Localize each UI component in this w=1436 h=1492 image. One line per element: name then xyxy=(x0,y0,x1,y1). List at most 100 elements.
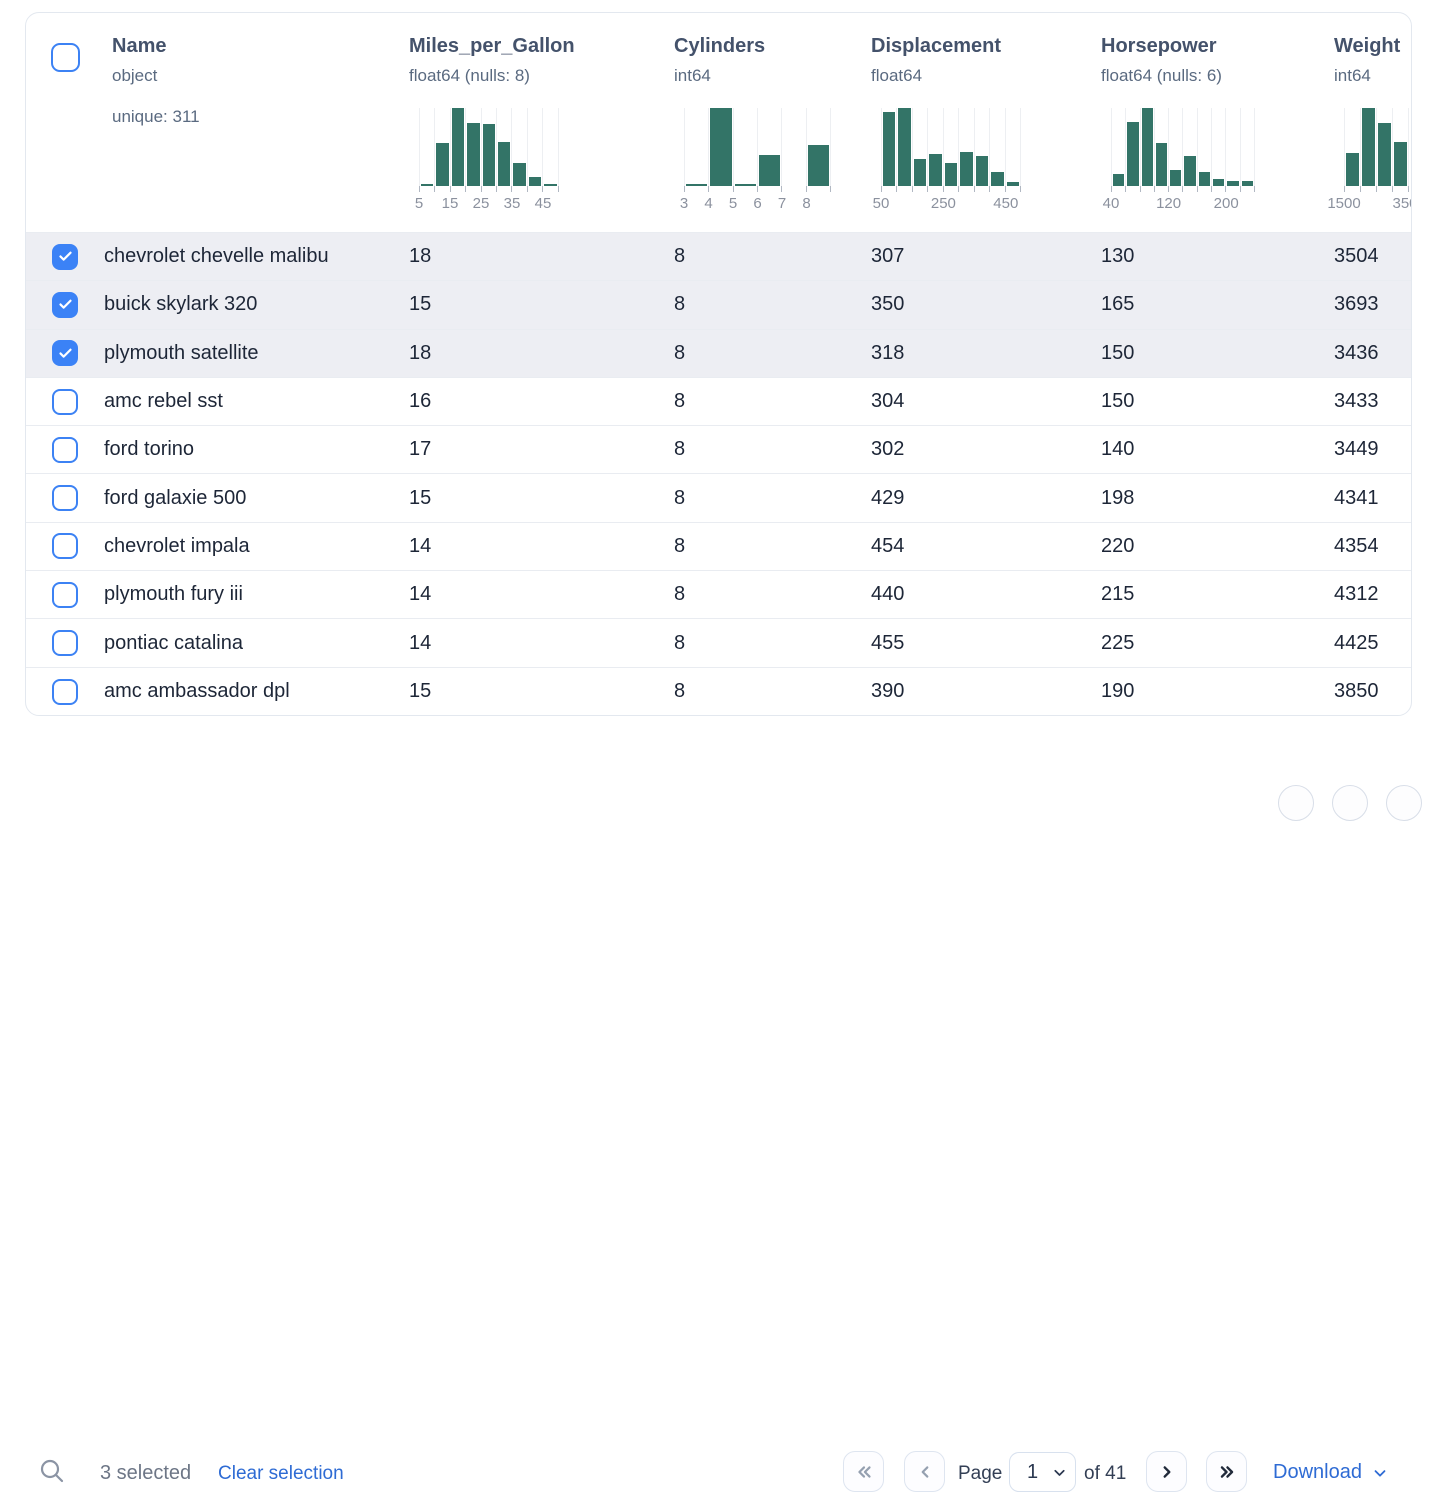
column-header[interactable]: Cylinders int64 345678 xyxy=(674,13,871,232)
histogram-bar xyxy=(1213,179,1224,186)
cell-displacement: 350 xyxy=(871,293,1101,316)
row-checkbox-cell[interactable] xyxy=(26,330,104,377)
column-header[interactable]: Weight int64 15003500 xyxy=(1334,13,1411,232)
column-histogram[interactable]: 345678 xyxy=(684,108,831,213)
row-checkbox-cell[interactable] xyxy=(26,571,104,618)
chevron-right-icon xyxy=(1156,1461,1178,1483)
histogram-bar xyxy=(452,108,464,186)
column-header[interactable]: Name object unique: 311 xyxy=(104,13,409,232)
search-icon[interactable] xyxy=(38,1457,66,1485)
cell-weight: 4312 xyxy=(1334,583,1411,606)
page-select[interactable]: 1 xyxy=(1009,1452,1076,1492)
first-page-button[interactable] xyxy=(843,1451,884,1492)
next-page-button[interactable] xyxy=(1146,1451,1187,1492)
histogram-bar xyxy=(1127,122,1138,186)
table-row[interactable]: amc rebel sst 16 8 304 150 3433 xyxy=(26,378,1411,426)
histogram-tick-label: 1500 xyxy=(1327,195,1360,212)
histogram-axis-labels: 515253545 xyxy=(419,195,559,213)
cell-displacement: 455 xyxy=(871,632,1101,655)
table-row[interactable]: ford torino 17 8 302 140 3449 xyxy=(26,426,1411,474)
table-body: chevrolet chevelle malibu 18 8 307 130 3… xyxy=(26,233,1411,716)
column-stat: unique: 311 xyxy=(112,107,409,127)
cell-weight: 3449 xyxy=(1334,438,1411,461)
cell-horsepower: 130 xyxy=(1101,245,1334,268)
row-checkbox-cell[interactable] xyxy=(26,523,104,570)
histogram-tick-label: 45 xyxy=(535,195,552,212)
column-histogram[interactable]: 40120200 xyxy=(1111,108,1255,213)
histogram-bars[interactable] xyxy=(684,108,831,186)
cell-cylinders: 8 xyxy=(674,390,871,413)
row-checkbox[interactable] xyxy=(52,630,78,656)
download-link[interactable]: Download xyxy=(1273,1461,1389,1484)
last-page-button[interactable] xyxy=(1206,1451,1247,1492)
column-dtype: float64 (nulls: 8) xyxy=(409,65,674,86)
cell-miles-per-gallon: 18 xyxy=(409,342,674,365)
select-all-checkbox[interactable] xyxy=(51,43,80,72)
histogram-tick-label: 120 xyxy=(1156,195,1181,212)
row-checkbox[interactable] xyxy=(52,292,78,318)
row-checkbox-cell[interactable] xyxy=(26,281,104,328)
row-checkbox-cell[interactable] xyxy=(26,668,104,716)
row-checkbox[interactable] xyxy=(52,389,78,415)
table-footer: 3 selected Clear selection Page 1 of 41 … xyxy=(0,716,1436,792)
select-all-cell xyxy=(26,13,104,232)
table-row[interactable]: pontiac catalina 14 8 455 225 4425 xyxy=(26,619,1411,667)
table-row[interactable]: chevrolet chevelle malibu 18 8 307 130 3… xyxy=(26,233,1411,281)
column-dtype: float64 (nulls: 6) xyxy=(1101,65,1334,86)
histogram-bar xyxy=(1184,156,1195,186)
hidden-action-button-3[interactable] xyxy=(1386,785,1422,821)
histogram-axis-ticks xyxy=(1111,186,1255,192)
download-label: Download xyxy=(1273,1461,1362,1484)
column-histogram[interactable]: 15003500 xyxy=(1344,108,1409,213)
cell-horsepower: 198 xyxy=(1101,487,1334,510)
hidden-action-button-1[interactable] xyxy=(1278,785,1314,821)
histogram-bar xyxy=(960,152,972,186)
row-checkbox[interactable] xyxy=(52,244,78,270)
column-header[interactable]: Miles_per_Gallon float64 (nulls: 8) 5152… xyxy=(409,13,674,232)
cell-miles-per-gallon: 15 xyxy=(409,487,674,510)
cell-displacement: 390 xyxy=(871,680,1101,703)
checkmark-icon xyxy=(58,249,73,264)
cell-name: plymouth fury iii xyxy=(104,583,409,606)
row-checkbox[interactable] xyxy=(52,485,78,511)
histogram-axis-labels: 345678 xyxy=(684,195,831,213)
row-checkbox-cell[interactable] xyxy=(26,619,104,666)
row-checkbox-cell[interactable] xyxy=(26,474,104,521)
table-row[interactable]: plymouth satellite 18 8 318 150 3436 xyxy=(26,330,1411,378)
cell-weight: 3850 xyxy=(1334,680,1411,703)
histogram-axis-ticks xyxy=(684,186,831,192)
prev-page-button[interactable] xyxy=(904,1451,945,1492)
histogram-axis-labels: 40120200 xyxy=(1111,195,1255,213)
row-checkbox-cell[interactable] xyxy=(26,378,104,425)
row-checkbox[interactable] xyxy=(52,437,78,463)
table-row[interactable]: ford galaxie 500 15 8 429 198 4341 xyxy=(26,474,1411,522)
table-row[interactable]: plymouth fury iii 14 8 440 215 4312 xyxy=(26,571,1411,619)
column-title: Cylinders xyxy=(674,34,871,58)
clear-selection-link[interactable]: Clear selection xyxy=(218,1463,344,1485)
row-checkbox[interactable] xyxy=(52,533,78,559)
histogram-bar xyxy=(1113,174,1124,186)
column-header[interactable]: Displacement float64 50250450 xyxy=(871,13,1101,232)
histogram-bar xyxy=(1346,153,1359,186)
histogram-bar xyxy=(929,154,941,186)
histogram-bar xyxy=(1199,172,1210,186)
row-checkbox[interactable] xyxy=(52,340,78,366)
row-checkbox-cell[interactable] xyxy=(26,426,104,473)
histogram-tick-label: 200 xyxy=(1214,195,1239,212)
table-row[interactable]: buick skylark 320 15 8 350 165 3693 xyxy=(26,281,1411,329)
column-histogram[interactable]: 50250450 xyxy=(881,108,1021,213)
column-histogram[interactable]: 515253545 xyxy=(419,108,559,213)
histogram-bars[interactable] xyxy=(881,108,1021,186)
histogram-tick-label: 250 xyxy=(931,195,956,212)
row-checkbox[interactable] xyxy=(52,582,78,608)
histogram-bar xyxy=(710,108,731,186)
histogram-bars[interactable] xyxy=(1344,108,1409,186)
hidden-action-button-2[interactable] xyxy=(1332,785,1368,821)
histogram-bars[interactable] xyxy=(419,108,559,186)
column-header[interactable]: Horsepower float64 (nulls: 6) 40120200 xyxy=(1101,13,1334,232)
table-row[interactable]: chevrolet impala 14 8 454 220 4354 xyxy=(26,523,1411,571)
table-row[interactable]: amc ambassador dpl 15 8 390 190 3850 xyxy=(26,668,1411,716)
row-checkbox[interactable] xyxy=(52,679,78,705)
row-checkbox-cell[interactable] xyxy=(26,233,104,280)
histogram-bars[interactable] xyxy=(1111,108,1255,186)
